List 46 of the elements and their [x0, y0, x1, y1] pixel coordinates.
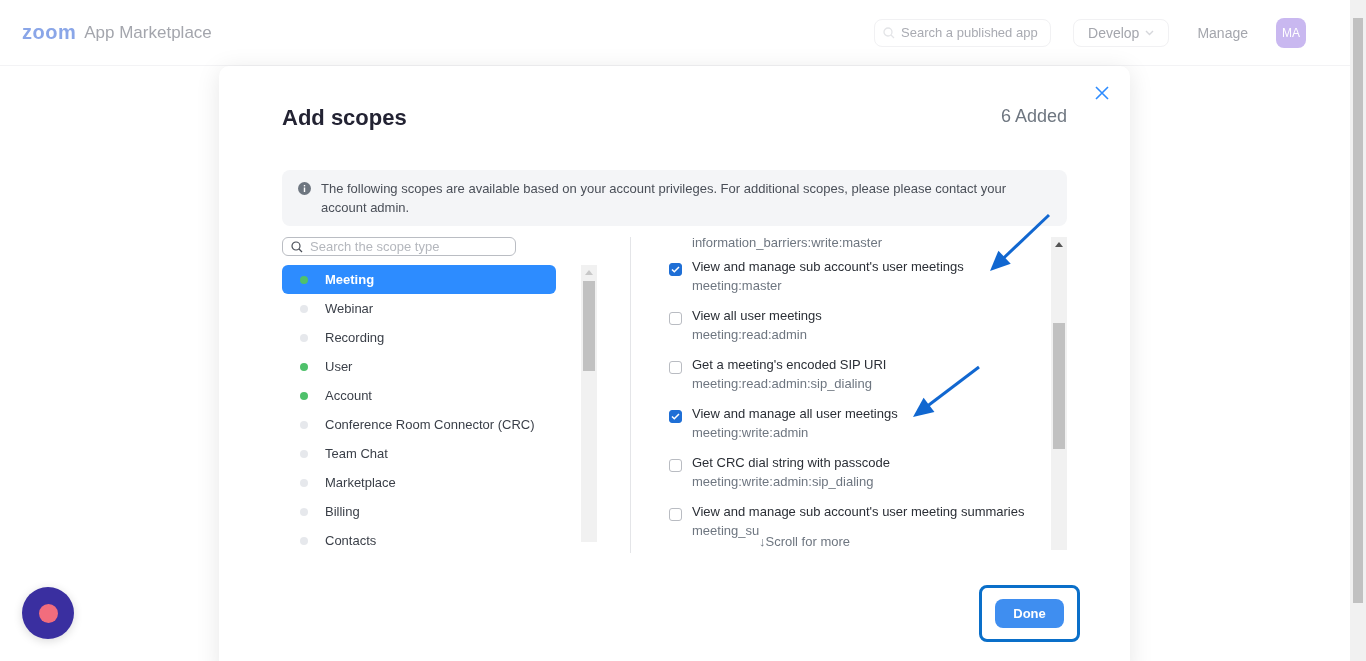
category-item[interactable]: Account	[282, 381, 556, 410]
category-item[interactable]: Billing	[282, 497, 556, 526]
checkbox[interactable]	[669, 263, 682, 276]
scope-title: View and manage sub account's user meetings	[692, 259, 964, 274]
chevron-down-icon	[1145, 29, 1155, 36]
scope-code: meeting_su	[692, 523, 761, 538]
search-icon	[883, 26, 896, 39]
checkbox[interactable]	[669, 361, 682, 374]
checkbox[interactable]	[669, 410, 682, 423]
search-field[interactable]: Search the scope type	[282, 237, 516, 256]
scope-title: Get CRC dial string with passcode	[692, 455, 890, 470]
scrollbar-thumb[interactable]	[583, 281, 595, 371]
category-item[interactable]: Team Chat	[282, 439, 556, 468]
scroll-hint: ↓Scroll for more	[759, 534, 851, 549]
scope-title: View and manage sub account's user meeting summaries	[692, 504, 1025, 519]
info-icon	[298, 182, 311, 195]
scope-code: meeting:write:admin	[692, 425, 810, 440]
added-count: 6 Added	[1000, 105, 1067, 127]
scroll-up-icon[interactable]	[1055, 242, 1063, 247]
scope-title: View all user meetings	[692, 308, 822, 323]
scope-code: information_barriers:write:master	[692, 235, 883, 250]
scrollbar-thumb[interactable]	[1353, 18, 1363, 603]
category-item[interactable]: Conference Room Connector (CRC)	[282, 410, 556, 439]
product-name: App Marketplace	[84, 22, 212, 43]
scope-scrollbar[interactable]	[1051, 237, 1067, 550]
category-item[interactable]: Webinar	[282, 294, 556, 323]
page-scrollbar[interactable]	[1350, 0, 1366, 661]
scope-code: meeting:master	[692, 278, 783, 293]
scope-title: Get a meeting's encoded SIP URI	[692, 357, 887, 372]
category-item[interactable]: Recording	[282, 323, 556, 352]
scope-code: meeting:read:admin:sip_dialing	[692, 376, 873, 391]
category-item[interactable]: Contacts	[282, 526, 556, 555]
checkbox[interactable]	[669, 459, 682, 472]
info-text: The following scopes are available based on your account privileges. For additional scopes, please please contact your account admin.	[321, 180, 1008, 217]
scope-code: meeting:read:admin	[692, 327, 808, 342]
category-item[interactable]: Marketplace	[282, 468, 556, 497]
checkbox[interactable]	[669, 312, 682, 325]
category-item[interactable]: User	[282, 352, 556, 381]
scrollbar-thumb[interactable]	[1053, 323, 1065, 449]
search-icon	[291, 240, 303, 253]
checkbox[interactable]	[669, 508, 682, 521]
scope-title: View and manage all user meetings	[692, 406, 898, 421]
chat-bubble-button[interactable]	[22, 587, 74, 639]
scope-code: meeting:write:admin:sip_dialing	[692, 474, 875, 489]
dialog-title: Add scopes	[282, 105, 407, 131]
list-scrollbar[interactable]	[581, 265, 597, 542]
